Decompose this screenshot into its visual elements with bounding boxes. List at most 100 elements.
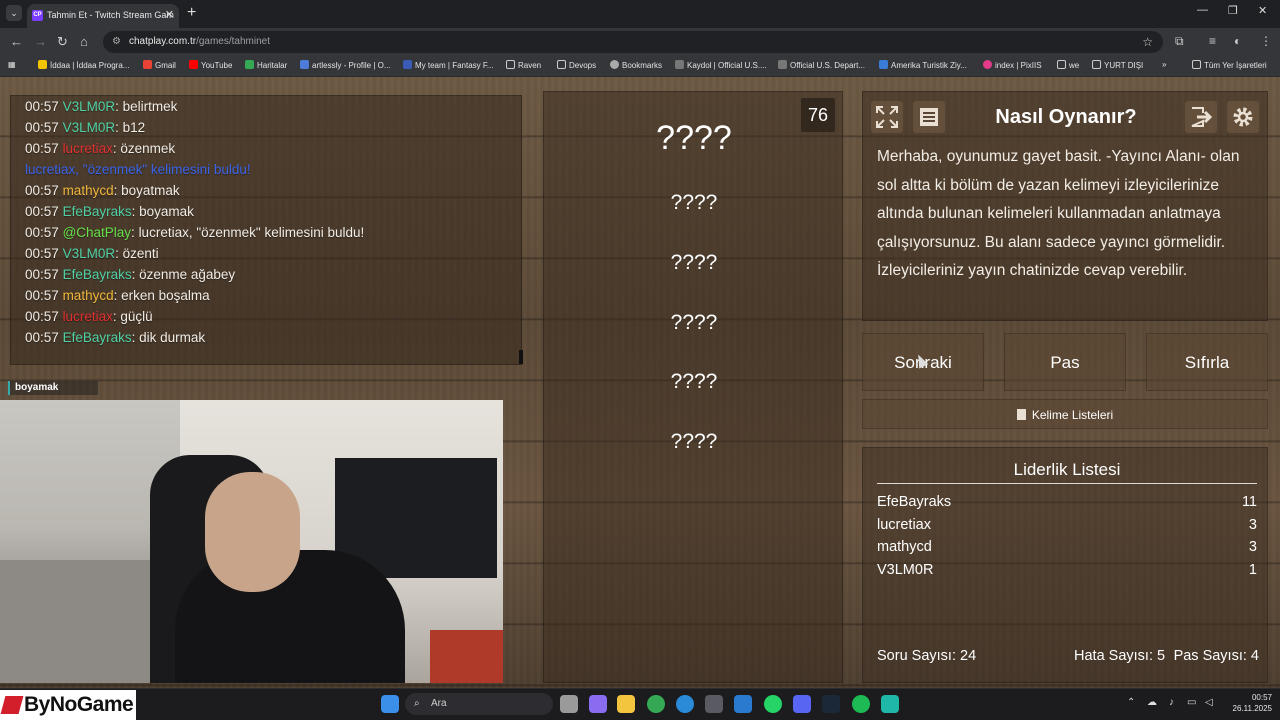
menu-icon[interactable]: ⋮ — [1260, 34, 1272, 48]
reset-button[interactable]: Sıfırla — [1146, 333, 1268, 391]
store-icon[interactable] — [705, 695, 723, 713]
bookmark-folder[interactable]: Raven — [506, 60, 541, 70]
file-explorer-icon[interactable] — [617, 695, 635, 713]
chat-time: 00:57 — [25, 288, 59, 303]
bookmark-item[interactable]: Amerika Turistik Ziy... — [879, 60, 967, 70]
cloud-icon[interactable]: ☁ — [1147, 697, 1157, 708]
chat-scrollbar[interactable] — [519, 350, 523, 364]
chat-text: boyamak — [139, 204, 194, 219]
leaderboard-row: V3LM0R 1 — [877, 559, 1257, 581]
back-icon[interactable]: ← — [10, 34, 23, 49]
chrome-icon[interactable] — [647, 695, 665, 713]
word-board: 76 ???? ???? ???? ???? ???? ???? — [543, 91, 843, 683]
bookmark-item[interactable]: index | PixIIS — [983, 60, 1042, 70]
bookmark-folder[interactable]: YURT DIŞI — [1092, 60, 1143, 70]
bookmark-item[interactable]: YouTube — [189, 60, 232, 70]
settings-gear-icon[interactable] — [1227, 101, 1259, 133]
chat-username[interactable]: lucretiax, "özenmek" kelimesini buldu! — [25, 162, 251, 177]
chat-username[interactable]: EfeBayraks — [63, 204, 132, 219]
extensions-icon[interactable]: ⧉ — [1175, 34, 1184, 49]
chat-username[interactable]: V3LM0R — [63, 120, 116, 135]
player-name: V3LM0R — [877, 562, 934, 578]
restore-icon[interactable]: ❐ — [1228, 4, 1238, 17]
whatsapp-icon[interactable] — [764, 695, 782, 713]
bookmark-item[interactable]: İddaa | İddaa Progra... — [38, 60, 129, 70]
bookmark-folder[interactable]: we — [1057, 60, 1079, 70]
close-window-icon[interactable]: ✕ — [1258, 4, 1267, 17]
chat-username[interactable]: V3LM0R — [63, 99, 116, 114]
all-bookmarks-folder[interactable]: Tüm Yer İşaretleri — [1192, 60, 1267, 70]
chat-time: 00:57 — [25, 267, 59, 282]
tray-overflow-icon[interactable]: ⌃ — [1127, 697, 1135, 708]
bookmark-item[interactable]: Haritalar — [245, 60, 287, 70]
chat-username[interactable]: mathycd — [63, 183, 114, 198]
tab-favicon: CP — [32, 10, 43, 21]
steam-icon[interactable] — [822, 695, 840, 713]
bookmark-item[interactable]: artlessly - Profile | O... — [300, 60, 391, 70]
microphone-icon[interactable]: ♪ — [1169, 697, 1174, 708]
bookmark-item[interactable]: Gmail — [143, 60, 176, 70]
word-lists-button[interactable]: Kelime Listeleri — [862, 399, 1268, 429]
leaderboard-panel: Liderlik Listesi EfeBayraks 11 lucretiax 3… — [862, 447, 1268, 683]
edge-icon[interactable] — [676, 695, 694, 713]
errors-count: Hata Sayısı: 5 — [1074, 648, 1166, 664]
chat-text: özenme ağabey — [139, 267, 236, 282]
leaderboard-title: Liderlik Listesi — [1013, 460, 1121, 479]
taskbar-search[interactable]: ⌕ Ara — [405, 693, 553, 715]
profile-icon[interactable]: ◐ — [1234, 34, 1241, 48]
leaderboard-row: mathycd 3 — [877, 536, 1257, 558]
bynogame-logo: ByNoGame — [0, 690, 136, 720]
url-input[interactable]: ⚙ chatplay.com.tr/games/tahminet ☆ — [103, 31, 1163, 53]
new-tab-icon[interactable]: + — [187, 4, 196, 22]
copilot-icon[interactable] — [589, 695, 607, 713]
search-icon: ⌕ — [414, 698, 420, 709]
more-bookmarks-icon[interactable]: » — [1162, 60, 1166, 69]
task-view-icon[interactable] — [560, 695, 578, 713]
tab-search-icon[interactable]: ⌄ — [6, 5, 22, 21]
reload-icon[interactable]: ↻ — [57, 34, 68, 50]
game-page: 00:57 V3LM0R: belirtmek 00:57 V3LM0R: b12… — [0, 77, 1280, 688]
chat-username[interactable]: lucretiax — [63, 309, 113, 324]
spotify-icon[interactable] — [852, 695, 870, 713]
chat-username[interactable]: EfeBayraks — [63, 330, 132, 345]
chat-username[interactable]: lucretiax — [63, 141, 113, 156]
browser-tab[interactable]: CP Tahmin Et - Twitch Stream Gam ✕ — [27, 4, 179, 28]
network-icon[interactable]: ▭ — [1187, 697, 1196, 708]
apps-icon[interactable]: ▦ — [8, 60, 16, 69]
site-info-icon[interactable]: ⚙ — [112, 31, 121, 53]
exit-icon[interactable] — [1185, 101, 1217, 133]
bookmark-item[interactable]: Official U.S. Depart... — [778, 60, 865, 70]
forbidden-word: ???? — [670, 191, 718, 214]
bookmark-item[interactable]: Bookmarks — [610, 60, 662, 70]
tab-close-icon[interactable]: ✕ — [165, 4, 174, 26]
bookmark-folder[interactable]: Devops — [557, 60, 596, 70]
webcam-feed — [0, 400, 503, 683]
app-icon[interactable] — [881, 695, 899, 713]
bookmark-star-icon[interactable]: ☆ — [1142, 31, 1153, 53]
bookmark-item[interactable]: My team | Fantasy F... — [403, 60, 494, 70]
pass-button[interactable]: Pas — [1004, 333, 1126, 391]
chat-username[interactable]: V3LM0R — [63, 246, 116, 261]
start-icon[interactable] — [381, 695, 399, 713]
bookmark-item[interactable]: Kaydol | Official U.S.... — [675, 60, 767, 70]
taskbar-clock[interactable]: 00:57 26.11.2025 — [1222, 692, 1272, 714]
discord-icon[interactable] — [793, 695, 811, 713]
chat-message: 00:57 EfeBayraks: özenme ağabey — [25, 267, 236, 282]
address-bar: ← → ↻ ⌂ ⚙ chatplay.com.tr/games/tahminet… — [0, 28, 1280, 56]
volume-icon[interactable]: ◁ — [1205, 697, 1213, 708]
forbidden-word: ???? — [670, 251, 718, 274]
url-path: /games/tahminet — [196, 36, 270, 47]
forward-icon[interactable]: → — [34, 34, 47, 49]
chat-username[interactable]: @ChatPlay — [63, 225, 131, 240]
chat-username[interactable]: mathycd — [63, 288, 114, 303]
chat-username[interactable]: EfeBayraks — [63, 267, 132, 282]
player-name: mathycd — [877, 539, 932, 555]
minimize-icon[interactable]: — — [1197, 4, 1208, 16]
browser-tab-bar: ⌄ CP Tahmin Et - Twitch Stream Gam ✕ + —… — [0, 0, 1280, 28]
mail-icon[interactable] — [734, 695, 752, 713]
target-word: ???? — [656, 119, 732, 157]
home-icon[interactable]: ⌂ — [80, 34, 88, 49]
chat-message: 00:57 @ChatPlay: lucretiax, "özenmek" ke… — [25, 225, 365, 240]
chat-text: boyatmak — [121, 183, 180, 198]
media-icon[interactable]: ≡ — [1209, 34, 1216, 48]
